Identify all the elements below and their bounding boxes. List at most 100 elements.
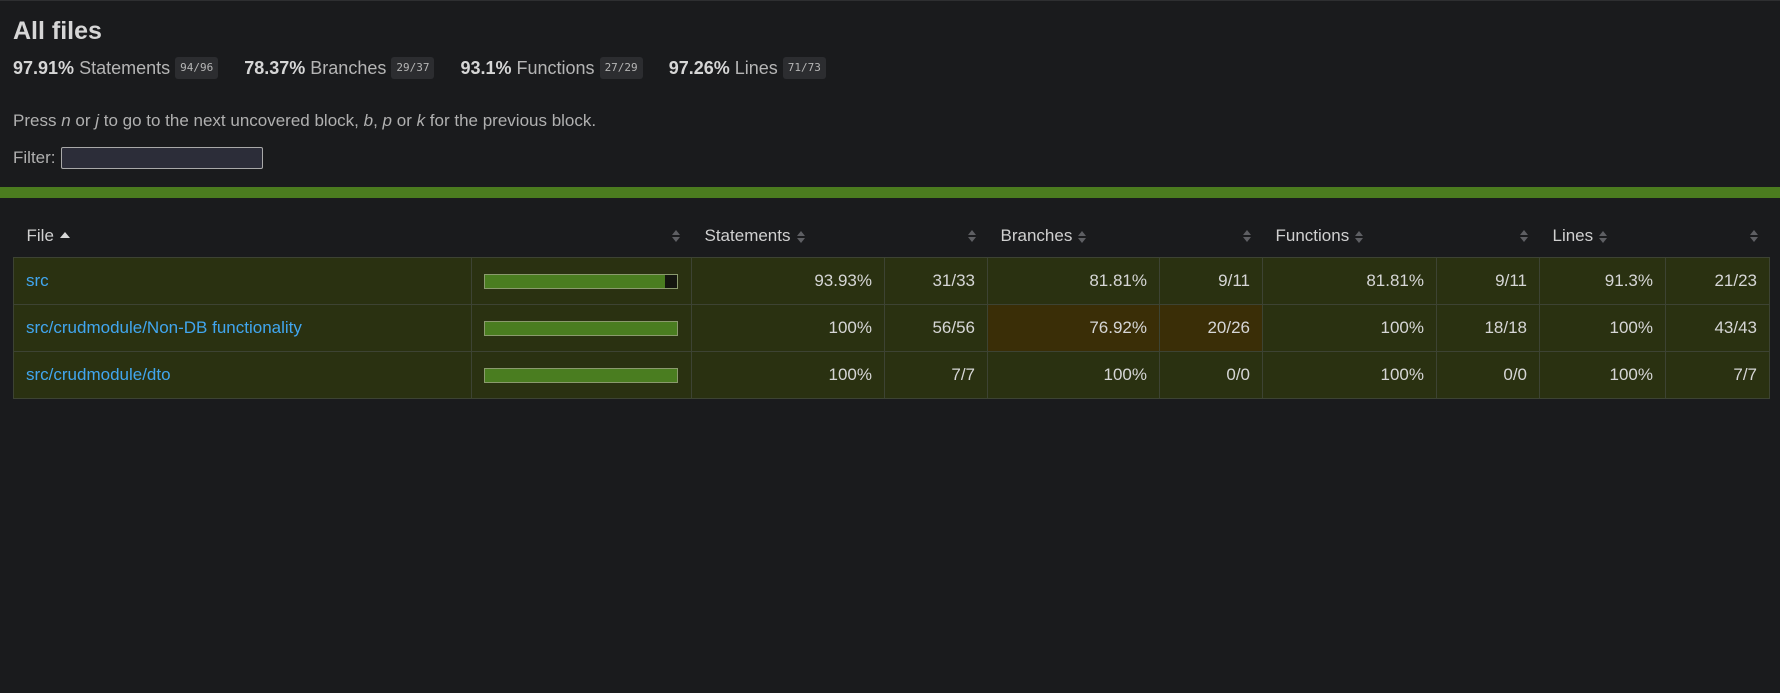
summary-statements-pct: 97.91% <box>13 57 75 78</box>
summary-functions-label: Functions <box>516 57 595 78</box>
hint-text: or <box>392 111 417 130</box>
branches-pct: 76.92% <box>987 304 1160 352</box>
coverage-bar-cell <box>471 304 692 352</box>
header-functions[interactable]: Functions <box>1263 215 1437 258</box>
file-link-non-db-functionality[interactable]: src/crudmodule/Non-DB functionality <box>26 318 302 337</box>
summary-lines-label: Lines <box>734 57 778 78</box>
header-lines-raw[interactable] <box>1666 215 1770 258</box>
branches-pct: 81.81% <box>987 257 1160 305</box>
hint-key-b: b <box>363 111 374 130</box>
coverage-bar-cell <box>471 257 692 305</box>
lines-pct: 91.3% <box>1539 257 1666 305</box>
keyboard-hint: Press n or j to go to the next uncovered… <box>13 111 1767 131</box>
page-title: All files <box>13 17 102 45</box>
table-header-row: File Statements Branches Functions Lines <box>14 215 1770 258</box>
coverage-bar <box>484 273 678 289</box>
sort-icon <box>1242 230 1251 242</box>
coverage-table-container: File Statements Branches Functions Lines… <box>13 215 1770 399</box>
hint-key-k: k <box>416 111 426 130</box>
summary-functions: 93.1% Functions 27/29 <box>460 57 643 79</box>
header-branches[interactable]: Branches <box>988 215 1160 258</box>
coverage-bar-fill <box>485 368 677 382</box>
sort-icon <box>1355 230 1364 243</box>
functions-frac: 18/18 <box>1436 304 1540 352</box>
lines-frac: 21/23 <box>1665 257 1770 305</box>
hint-key-p: p <box>382 111 393 130</box>
summary-branches-fraction: 29/37 <box>391 57 435 79</box>
summary-statements-fraction: 94/96 <box>175 57 219 79</box>
functions-pct: 100% <box>1262 304 1437 352</box>
sort-icon <box>1078 230 1087 243</box>
header-statements[interactable]: Statements <box>692 215 885 258</box>
summary-branches: 78.37% Branches 29/37 <box>244 57 435 79</box>
coverage-table: File Statements Branches Functions Lines… <box>13 215 1770 399</box>
summary-statements-label: Statements <box>79 57 171 78</box>
branches-pct: 100% <box>987 351 1160 399</box>
statements-frac: 7/7 <box>884 351 988 399</box>
file-link-dto[interactable]: src/crudmodule/dto <box>26 365 171 384</box>
statements-frac: 56/56 <box>884 304 988 352</box>
hint-key-n: n <box>61 111 71 130</box>
sort-icon <box>1599 230 1608 243</box>
coverage-bar <box>484 320 678 336</box>
header-functions-raw[interactable] <box>1437 215 1540 258</box>
file-cell: src/crudmodule/dto <box>13 351 472 399</box>
file-link-src[interactable]: src <box>26 271 49 290</box>
hint-text: or <box>70 111 96 130</box>
statements-pct: 100% <box>691 304 885 352</box>
header-branches-label: Branches <box>1000 226 1073 245</box>
branches-frac: 9/11 <box>1159 257 1263 305</box>
header-statements-label: Statements <box>704 226 791 245</box>
hint-text: to go to the next uncovered block, <box>99 111 364 130</box>
hint-text: for the previous block. <box>425 111 597 130</box>
header-branches-raw[interactable] <box>1160 215 1263 258</box>
summary-branches-pct: 78.37% <box>244 57 306 78</box>
statements-pct: 93.93% <box>691 257 885 305</box>
functions-frac: 9/11 <box>1436 257 1540 305</box>
sort-ascending-icon <box>59 232 70 239</box>
lines-pct: 100% <box>1539 304 1666 352</box>
lines-frac: 43/43 <box>1665 304 1770 352</box>
coverage-summary: 97.91% Statements 94/96 78.37% Branches … <box>13 55 1767 81</box>
sort-icon <box>671 230 680 242</box>
report-header: All files 97.91% Statements 94/96 78.37%… <box>0 1 1780 169</box>
summary-functions-fraction: 27/29 <box>599 57 643 79</box>
coverage-bar-fill <box>485 321 677 335</box>
header-functions-label: Functions <box>1275 226 1350 245</box>
coverage-bar <box>484 367 678 383</box>
table-row: src 93.93% 31/33 81.81% 9/11 81.81% 9/11… <box>13 257 1770 305</box>
hint-text: Press <box>13 111 62 130</box>
file-cell: src/crudmodule/Non-DB functionality <box>13 304 472 352</box>
branches-frac: 0/0 <box>1159 351 1263 399</box>
summary-lines-fraction: 71/73 <box>782 57 826 79</box>
coverage-status-bar <box>0 187 1780 198</box>
header-file-label: File <box>26 226 54 245</box>
header-statements-raw[interactable] <box>885 215 988 258</box>
header-lines[interactable]: Lines <box>1540 215 1666 258</box>
filter-input[interactable] <box>60 147 263 169</box>
header-file-bar[interactable] <box>472 215 692 258</box>
summary-lines: 97.26% Lines 71/73 <box>669 57 826 79</box>
coverage-bar-fill <box>485 274 666 288</box>
header-lines-label: Lines <box>1552 226 1594 245</box>
header-file[interactable]: File <box>14 215 472 258</box>
sort-icon <box>796 230 805 243</box>
coverage-report-page: All files 97.91% Statements 94/96 78.37%… <box>0 0 1780 693</box>
lines-frac: 7/7 <box>1665 351 1770 399</box>
summary-lines-pct: 97.26% <box>668 57 730 78</box>
filter-label: Filter: <box>13 148 56 167</box>
statements-pct: 100% <box>691 351 885 399</box>
statements-frac: 31/33 <box>884 257 988 305</box>
hint-text: , <box>373 111 383 130</box>
sort-icon <box>1749 230 1758 242</box>
sort-icon <box>967 230 976 242</box>
coverage-bar-cell <box>471 351 692 399</box>
branches-frac: 20/26 <box>1159 304 1263 352</box>
table-row: src/crudmodule/dto 100% 7/7 100% 0/0 100… <box>13 351 1770 399</box>
table-row: src/crudmodule/Non-DB functionality 100%… <box>13 304 1770 352</box>
summary-functions-pct: 93.1% <box>460 57 512 78</box>
filter-row: Filter: <box>13 147 1767 169</box>
file-cell: src <box>13 257 472 305</box>
functions-pct: 81.81% <box>1262 257 1437 305</box>
lines-pct: 100% <box>1539 351 1666 399</box>
